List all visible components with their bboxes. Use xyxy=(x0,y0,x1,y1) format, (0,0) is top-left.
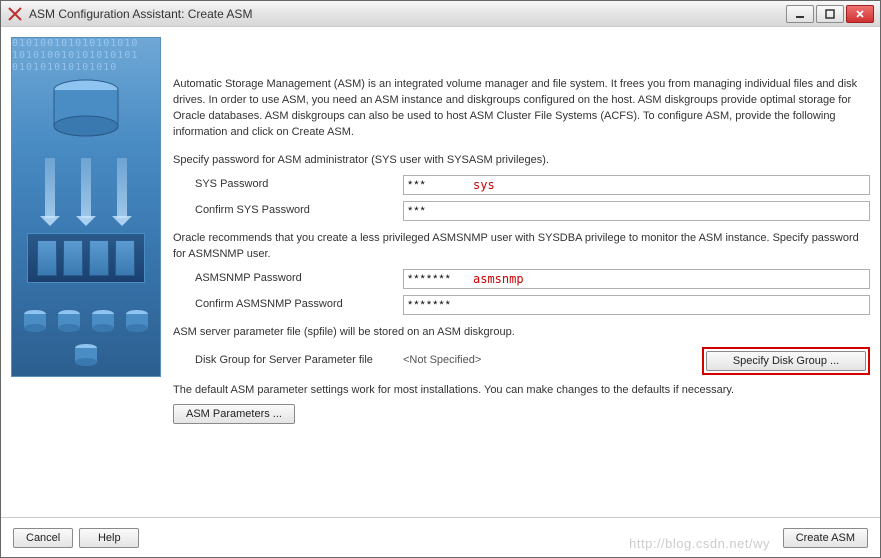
sys-group-label: Specify password for ASM administrator (… xyxy=(173,153,870,169)
asm-parameters-button[interactable]: ASM Parameters ... xyxy=(173,404,295,424)
asmsnmp-password-input[interactable] xyxy=(403,269,870,289)
confirm-sys-password-input[interactable] xyxy=(403,201,870,221)
confirm-asmsnmp-password-input[interactable] xyxy=(403,295,870,315)
confirm-sys-password-label: Confirm SYS Password xyxy=(173,203,403,219)
close-button[interactable] xyxy=(846,5,874,23)
minimize-button[interactable] xyxy=(786,5,814,23)
create-asm-button[interactable]: Create ASM xyxy=(783,528,868,548)
asmsnmp-password-label: ASMSNMP Password xyxy=(173,271,403,287)
maximize-button[interactable] xyxy=(816,5,844,23)
specify-disk-group-button[interactable]: Specify Disk Group ... xyxy=(706,351,866,371)
diskgroup-label: Disk Group for Server Parameter file xyxy=(173,353,403,369)
wizard-graphic: 0101001010101010101010100101010101010101… xyxy=(11,37,161,377)
app-x-icon xyxy=(7,6,23,22)
window: ASM Configuration Assistant: Create ASM … xyxy=(0,0,881,558)
spfile-label: ASM server parameter file (spfile) will … xyxy=(173,325,870,341)
diskgroup-value: <Not Specified> xyxy=(403,353,702,369)
help-button[interactable]: Help xyxy=(79,528,139,548)
sys-password-input[interactable] xyxy=(403,175,870,195)
titlebar: ASM Configuration Assistant: Create ASM xyxy=(1,1,880,27)
asmsnmp-group-label: Oracle recommends that you create a less… xyxy=(173,231,870,263)
highlight-box: Specify Disk Group ... xyxy=(702,347,870,375)
window-title: ASM Configuration Assistant: Create ASM xyxy=(29,7,786,21)
intro-text: Automatic Storage Management (ASM) is an… xyxy=(173,77,870,141)
sys-password-label: SYS Password xyxy=(173,177,403,193)
defaults-label: The default ASM parameter settings work … xyxy=(173,383,870,399)
confirm-asmsnmp-password-label: Confirm ASMSNMP Password xyxy=(173,297,403,313)
watermark: http://blog.csdn.net/wy xyxy=(629,536,770,551)
cancel-button[interactable]: Cancel xyxy=(13,528,73,548)
